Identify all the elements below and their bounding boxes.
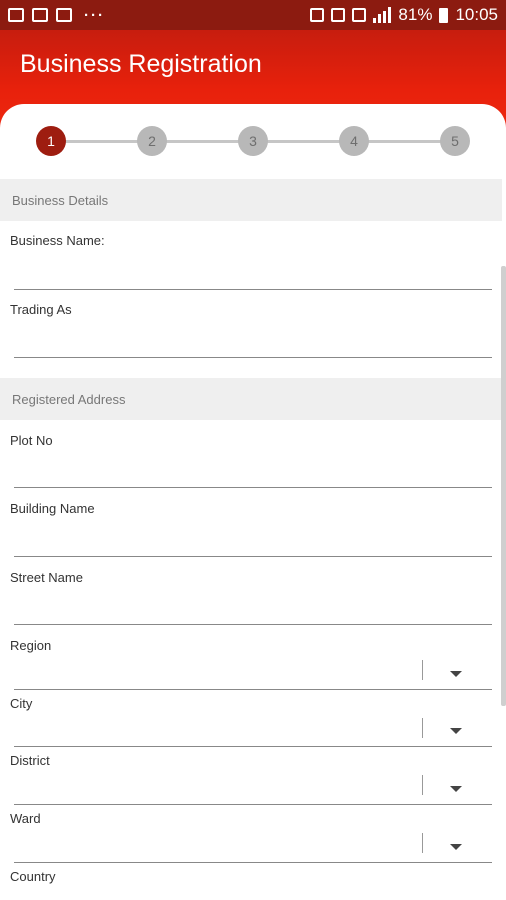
street-name-input[interactable] (14, 624, 492, 625)
region-dropdown-divider (422, 660, 423, 680)
status-bar: ··· 81% 10:05 (0, 0, 506, 30)
system-icons: 81% 10:05 (310, 5, 498, 25)
signal-icon (373, 7, 392, 23)
country-label: Country (10, 869, 56, 884)
ward-dropdown-divider (422, 833, 423, 853)
plot-no-label: Plot No (10, 433, 53, 448)
battery-percent: 81% (398, 5, 433, 24)
building-name-label: Building Name (10, 501, 95, 516)
region-dropdown[interactable] (14, 689, 492, 690)
chevron-down-icon[interactable] (450, 844, 462, 850)
district-dropdown-divider (422, 775, 423, 795)
step-4[interactable]: 4 (339, 126, 369, 156)
alarm-icon (331, 8, 346, 22)
city-dropdown[interactable] (14, 746, 492, 747)
scrollbar[interactable] (501, 266, 506, 706)
progress-stepper: 1 2 3 4 5 (0, 104, 506, 178)
region-label: Region (10, 638, 52, 653)
ward-dropdown[interactable] (14, 862, 492, 863)
usb-icon (56, 8, 72, 22)
notification-icons: ··· (8, 7, 105, 24)
image-icon (8, 8, 24, 22)
business-name-input[interactable] (14, 289, 492, 290)
city-dropdown-divider (422, 718, 423, 738)
step-3[interactable]: 3 (238, 126, 268, 156)
district-dropdown[interactable] (14, 804, 492, 805)
section-registered-address: Registered Address (0, 378, 502, 420)
step-5[interactable]: 5 (440, 126, 470, 156)
trading-as-input[interactable] (14, 357, 492, 358)
city-label: City (10, 696, 33, 711)
plot-no-input[interactable] (14, 487, 492, 488)
chevron-down-icon[interactable] (450, 786, 462, 792)
page-title: Business Registration (20, 50, 262, 78)
trading-as-label: Trading As (10, 302, 72, 317)
mute-icon (310, 8, 325, 22)
nfc-icon (352, 8, 367, 22)
section-business-details: Business Details (0, 179, 502, 221)
form-card: 1 2 3 4 5 Business Details Business Name… (0, 104, 506, 900)
more-notifications-icon: ··· (84, 6, 105, 24)
step-2[interactable]: 2 (137, 126, 167, 156)
district-label: District (10, 753, 50, 768)
clock: 10:05 (455, 5, 498, 24)
laptop-icon (32, 8, 48, 22)
chevron-down-icon[interactable] (450, 728, 462, 734)
step-1[interactable]: 1 (36, 126, 66, 156)
ward-label: Ward (10, 811, 41, 826)
building-name-input[interactable] (14, 556, 492, 557)
battery-icon (439, 7, 449, 23)
street-name-label: Street Name (10, 570, 83, 585)
chevron-down-icon[interactable] (450, 671, 462, 677)
business-name-label: Business Name: (10, 233, 105, 248)
